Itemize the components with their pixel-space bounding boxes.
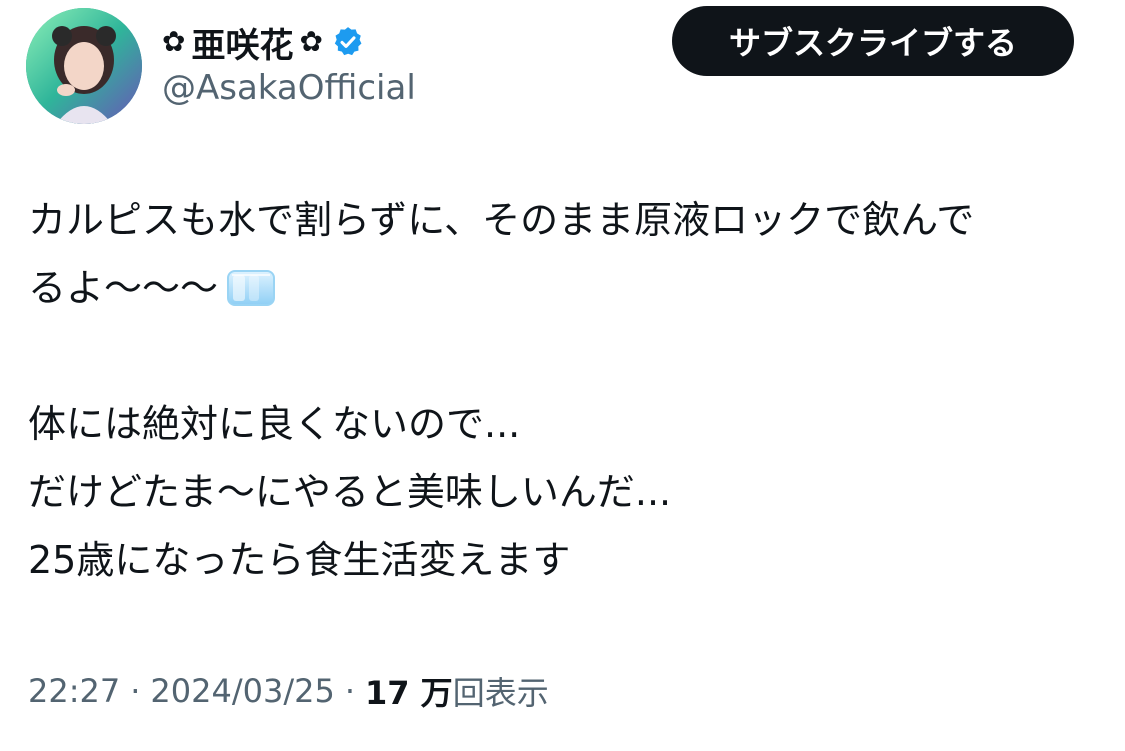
- avatar-image: [26, 8, 142, 124]
- tweet-line: 体には絶対に良くないので...: [28, 402, 521, 446]
- tweet-line: だけどたま〜にやると美味しいんだ...: [28, 470, 672, 514]
- author-handle[interactable]: @AsakaOfficial: [162, 68, 416, 108]
- subscribe-button[interactable]: サブスクライブする: [672, 6, 1074, 76]
- tweet-line: カルピスも水で割らずに、そのまま原液ロックで飲んで: [28, 198, 975, 242]
- ice-cube-icon: [227, 270, 276, 306]
- flower-icon: ✿: [299, 25, 323, 58]
- author-name-row[interactable]: ✿ 亜咲花 ✿: [162, 18, 365, 66]
- avatar[interactable]: [26, 8, 142, 124]
- flower-icon: ✿: [162, 25, 186, 58]
- tweet-line: 25歳になったら食生活変えます: [28, 538, 571, 582]
- tweet-text: カルピスも水で割らずに、そのまま原液ロックで飲んで るよ〜〜〜 体には絶対に良く…: [28, 186, 1103, 594]
- display-name[interactable]: 亜咲花: [191, 18, 293, 67]
- separator: ·: [130, 672, 141, 710]
- tweet-time[interactable]: 22:27: [28, 672, 120, 710]
- views-label: 回表示: [452, 674, 549, 712]
- separator: ·: [344, 672, 355, 710]
- tweet-line-text: るよ〜〜〜: [28, 266, 219, 310]
- tweet-meta: 22:27 · 2024/03/25 · 17 万 回表示: [28, 668, 549, 714]
- tweet-date[interactable]: 2024/03/25: [150, 672, 334, 710]
- verified-badge-icon: [334, 27, 362, 56]
- views-count[interactable]: 17 万: [365, 668, 453, 714]
- tweet-line: るよ〜〜〜: [28, 254, 1103, 322]
